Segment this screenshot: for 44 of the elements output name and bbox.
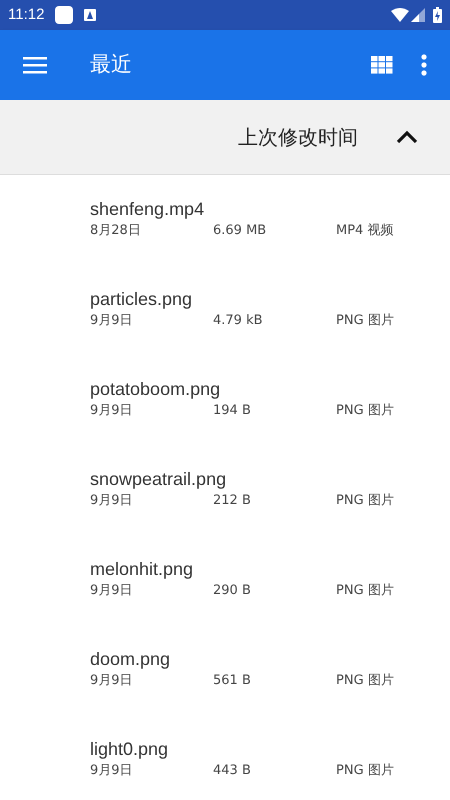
file-date: 9月9日 bbox=[90, 402, 134, 420]
file-date: 9月9日 bbox=[90, 312, 134, 330]
file-date: 9月9日 bbox=[90, 582, 134, 600]
file-row[interactable]: melonhit.png 9月9日 290 B PNG 图片 bbox=[0, 537, 450, 627]
file-row[interactable]: doom.png 9月9日 561 B PNG 图片 bbox=[0, 627, 450, 717]
notification-icon bbox=[84, 9, 96, 21]
file-size: 4.79 kB bbox=[213, 312, 264, 330]
file-name: doom.png bbox=[90, 648, 172, 671]
file-type: PNG 图片 bbox=[336, 672, 394, 690]
sort-button[interactable]: 上次修改时间 bbox=[238, 122, 358, 152]
file-date: 9月9日 bbox=[90, 672, 134, 690]
file-row[interactable]: shenfeng.mp4 8月28日 6.69 MB MP4 视频 bbox=[0, 177, 450, 267]
file-date: 9月9日 bbox=[90, 762, 134, 780]
file-name: shenfeng.mp4 bbox=[90, 198, 206, 221]
file-size: 443 B bbox=[213, 762, 252, 780]
file-size: 561 B bbox=[213, 672, 252, 690]
file-type: PNG 图片 bbox=[336, 312, 394, 330]
file-size: 290 B bbox=[213, 582, 252, 600]
status-time: 11:12 bbox=[8, 4, 44, 25]
battery-icon bbox=[433, 7, 442, 23]
file-type: PNG 图片 bbox=[336, 402, 394, 420]
file-row[interactable]: snowpeatrail.png 9月9日 212 B PNG 图片 bbox=[0, 447, 450, 537]
wifi-icon bbox=[391, 8, 409, 22]
toolbar-title: 最近 bbox=[90, 51, 133, 78]
file-size: 194 B bbox=[213, 402, 252, 420]
file-type: PNG 图片 bbox=[336, 492, 394, 510]
file-type: MP4 视频 bbox=[336, 222, 394, 240]
file-date: 9月9日 bbox=[90, 492, 134, 510]
file-name: light0.png bbox=[90, 738, 170, 761]
file-name: snowpeatrail.png bbox=[90, 468, 228, 491]
chevron-up-icon[interactable] bbox=[396, 130, 418, 144]
signal-icon bbox=[411, 8, 425, 22]
file-type: PNG 图片 bbox=[336, 582, 394, 600]
file-type: PNG 图片 bbox=[336, 762, 394, 780]
file-size: 6.69 MB bbox=[213, 222, 268, 240]
file-row[interactable]: potatoboom.png 9月9日 194 B PNG 图片 bbox=[0, 357, 450, 447]
file-date: 8月28日 bbox=[90, 222, 142, 240]
file-size: 212 B bbox=[213, 492, 252, 510]
file-name: melonhit.png bbox=[90, 558, 194, 581]
file-row[interactable]: particles.png 9月9日 4.79 kB PNG 图片 bbox=[0, 267, 450, 357]
notification-icon bbox=[55, 6, 74, 24]
file-name: potatoboom.png bbox=[90, 378, 222, 401]
file-name: particles.png bbox=[90, 288, 194, 311]
file-row[interactable]: light0.png 9月9日 443 B PNG 图片 bbox=[0, 717, 450, 800]
